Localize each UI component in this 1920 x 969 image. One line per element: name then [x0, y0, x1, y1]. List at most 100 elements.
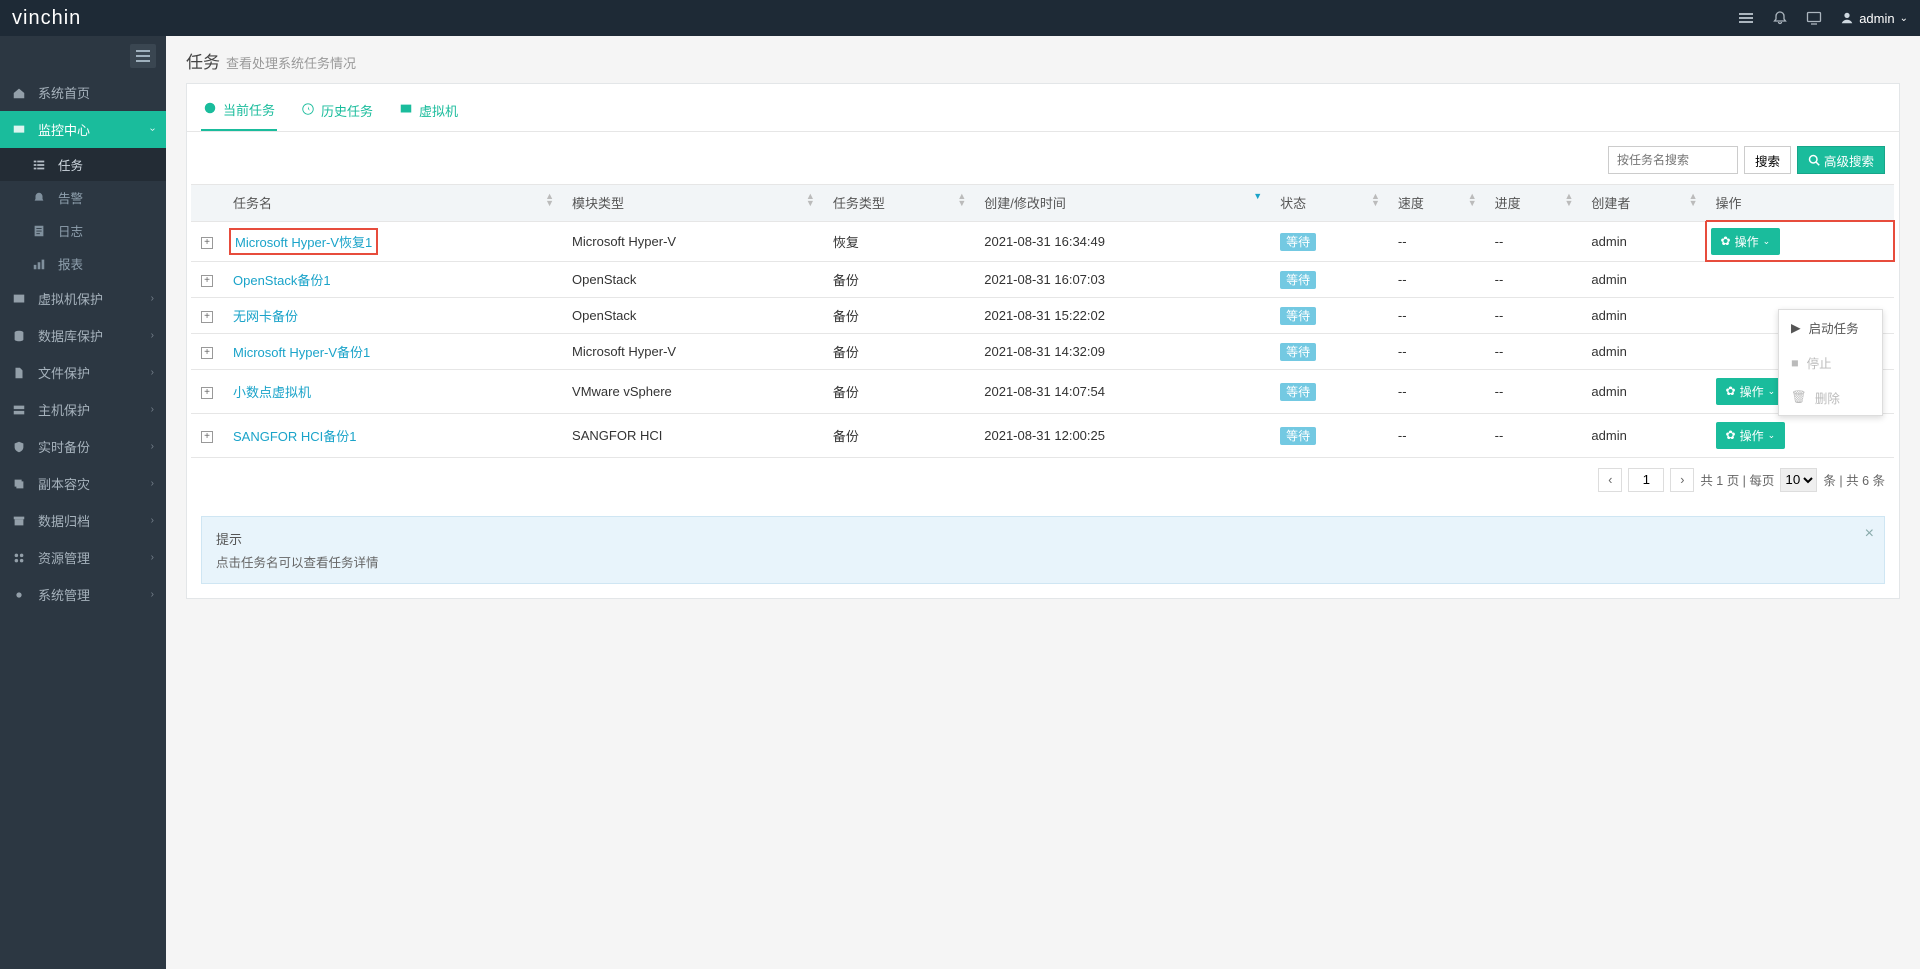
dropdown-start[interactable]: ▶启动任务 [1779, 310, 1882, 345]
gear-icon [12, 588, 28, 602]
list-icon[interactable] [1738, 10, 1754, 26]
col-speed[interactable]: 速度▲▼ [1388, 185, 1485, 222]
home-icon [12, 86, 28, 100]
gear-icon: ✿ [1726, 384, 1736, 398]
col-type[interactable]: 任务类型▲▼ [823, 185, 974, 222]
cell-type: 备份 [823, 261, 974, 297]
cell-progress: -- [1485, 413, 1582, 457]
expand-toggle[interactable]: + [191, 221, 223, 261]
sidebar-sub-doc[interactable]: 日志 [0, 214, 166, 247]
archive-icon [12, 514, 28, 528]
chevron-right-icon: › [151, 404, 154, 415]
bell-icon[interactable] [1772, 10, 1788, 26]
col-module[interactable]: 模块类型▲▼ [562, 185, 823, 222]
cell-creator: admin [1581, 297, 1705, 333]
task-link[interactable]: SANGFOR HCI备份1 [233, 429, 357, 444]
gear-icon: ✿ [1726, 428, 1736, 442]
page-title: 任务查看处理系统任务情况 [186, 48, 1900, 73]
sidebar-item-label: 系统管理 [38, 585, 90, 604]
tip-close[interactable]: × [1865, 525, 1874, 543]
user-menu[interactable]: admin ⌄ [1840, 11, 1908, 26]
sidebar-sub-report[interactable]: 报表 [0, 247, 166, 280]
chevron-down-icon: ⌄ [1768, 386, 1776, 397]
col-time[interactable]: 创建/修改时间▼ [974, 185, 1270, 222]
col-creator[interactable]: 创建者▲▼ [1581, 185, 1705, 222]
resource-icon [12, 551, 28, 565]
plus-icon: + [201, 431, 213, 443]
action-button[interactable]: ✿ 操作 ⌄ [1716, 422, 1786, 449]
action-button[interactable]: ✿ 操作 ⌄ [1711, 228, 1781, 255]
per-page-select[interactable]: 10 [1780, 468, 1817, 492]
status-badge: 等待 [1280, 233, 1316, 251]
sidebar-sub-bell[interactable]: 告警 [0, 181, 166, 214]
prev-page[interactable]: ‹ [1598, 468, 1622, 492]
sidebar-item-file[interactable]: 文件保护› [0, 354, 166, 391]
sidebar-item-copy[interactable]: 副本容灾› [0, 465, 166, 502]
chevron-right-icon: › [151, 293, 154, 304]
sidebar-item-label: 数据归档 [38, 511, 90, 530]
tab-dashboard[interactable]: 当前任务 [201, 94, 277, 131]
tab-vm[interactable]: 虚拟机 [397, 94, 460, 131]
sidebar-item-label: 资源管理 [38, 548, 90, 567]
pager-tail: 条 | 共 6 条 [1823, 470, 1885, 489]
cell-time: 2021-08-31 16:34:49 [974, 221, 1270, 261]
cell-speed: -- [1388, 369, 1485, 413]
sidebar-item-label: 系统首页 [38, 83, 90, 102]
task-link[interactable]: Microsoft Hyper-V恢复1 [229, 228, 378, 255]
task-link[interactable]: OpenStack备份1 [233, 273, 331, 288]
advanced-search-button[interactable]: 高级搜索 [1797, 146, 1885, 174]
monitor-icon[interactable] [1806, 10, 1822, 26]
task-link[interactable]: 无网卡备份 [233, 309, 298, 324]
expand-toggle[interactable]: + [191, 333, 223, 369]
cell-module: VMware vSphere [562, 369, 823, 413]
plus-icon: + [201, 387, 213, 399]
search-button[interactable]: 搜索 [1744, 146, 1791, 174]
col-progress[interactable]: 进度▲▼ [1485, 185, 1582, 222]
gear-icon: ✿ [1721, 234, 1731, 248]
plus-icon: + [201, 275, 213, 287]
col-action: 操作 [1706, 185, 1895, 222]
page-input[interactable] [1628, 468, 1664, 492]
task-link[interactable]: 小数点虚拟机 [233, 385, 311, 400]
action-button[interactable]: ✿ 操作 ⌄ [1716, 378, 1786, 405]
sidebar-sub-list[interactable]: 任务 [0, 148, 166, 181]
sidebar-item-db[interactable]: 数据库保护› [0, 317, 166, 354]
expand-toggle[interactable]: + [191, 413, 223, 457]
col-name[interactable]: 任务名▲▼ [223, 185, 562, 222]
status-badge: 等待 [1280, 271, 1316, 289]
expand-toggle[interactable]: + [191, 369, 223, 413]
chevron-down-icon: ⌄ [1763, 236, 1771, 247]
sidebar-item-vm[interactable]: 虚拟机保护› [0, 280, 166, 317]
task-link[interactable]: Microsoft Hyper-V备份1 [233, 345, 370, 360]
hamburger-icon [136, 50, 150, 62]
sidebar-item-home[interactable]: 系统首页 [0, 74, 166, 111]
chevron-down-icon: ⌄ [1900, 13, 1908, 24]
search-input[interactable] [1608, 146, 1738, 174]
sidebar-item-monitor[interactable]: 监控中心› [0, 111, 166, 148]
status-badge: 等待 [1280, 427, 1316, 445]
plus-icon: + [201, 311, 213, 323]
vm-icon [12, 292, 28, 306]
sidebar-item-label: 监控中心 [38, 120, 90, 139]
tab-label: 当前任务 [223, 100, 275, 119]
status-badge: 等待 [1280, 307, 1316, 325]
expand-toggle[interactable]: + [191, 261, 223, 297]
table-row: +无网卡备份OpenStack备份2021-08-31 15:22:02等待--… [191, 297, 1894, 333]
sidebar-item-archive[interactable]: 数据归档› [0, 502, 166, 539]
cell-module: OpenStack [562, 261, 823, 297]
plus-icon: + [201, 347, 213, 359]
sidebar-item-host[interactable]: 主机保护› [0, 391, 166, 428]
tab-history[interactable]: 历史任务 [299, 94, 375, 131]
table-row: +小数点虚拟机VMware vSphere备份2021-08-31 14:07:… [191, 369, 1894, 413]
col-status[interactable]: 状态▲▼ [1270, 185, 1388, 222]
cell-type: 备份 [823, 369, 974, 413]
sidebar-item-resource[interactable]: 资源管理› [0, 539, 166, 576]
expand-toggle[interactable]: + [191, 297, 223, 333]
next-page[interactable]: › [1670, 468, 1694, 492]
cell-speed: -- [1388, 261, 1485, 297]
list-icon [32, 158, 48, 172]
sidebar-toggle[interactable] [130, 44, 156, 68]
sidebar-item-shield[interactable]: 实时备份› [0, 428, 166, 465]
file-icon [12, 366, 28, 380]
sidebar-item-gear[interactable]: 系统管理› [0, 576, 166, 613]
